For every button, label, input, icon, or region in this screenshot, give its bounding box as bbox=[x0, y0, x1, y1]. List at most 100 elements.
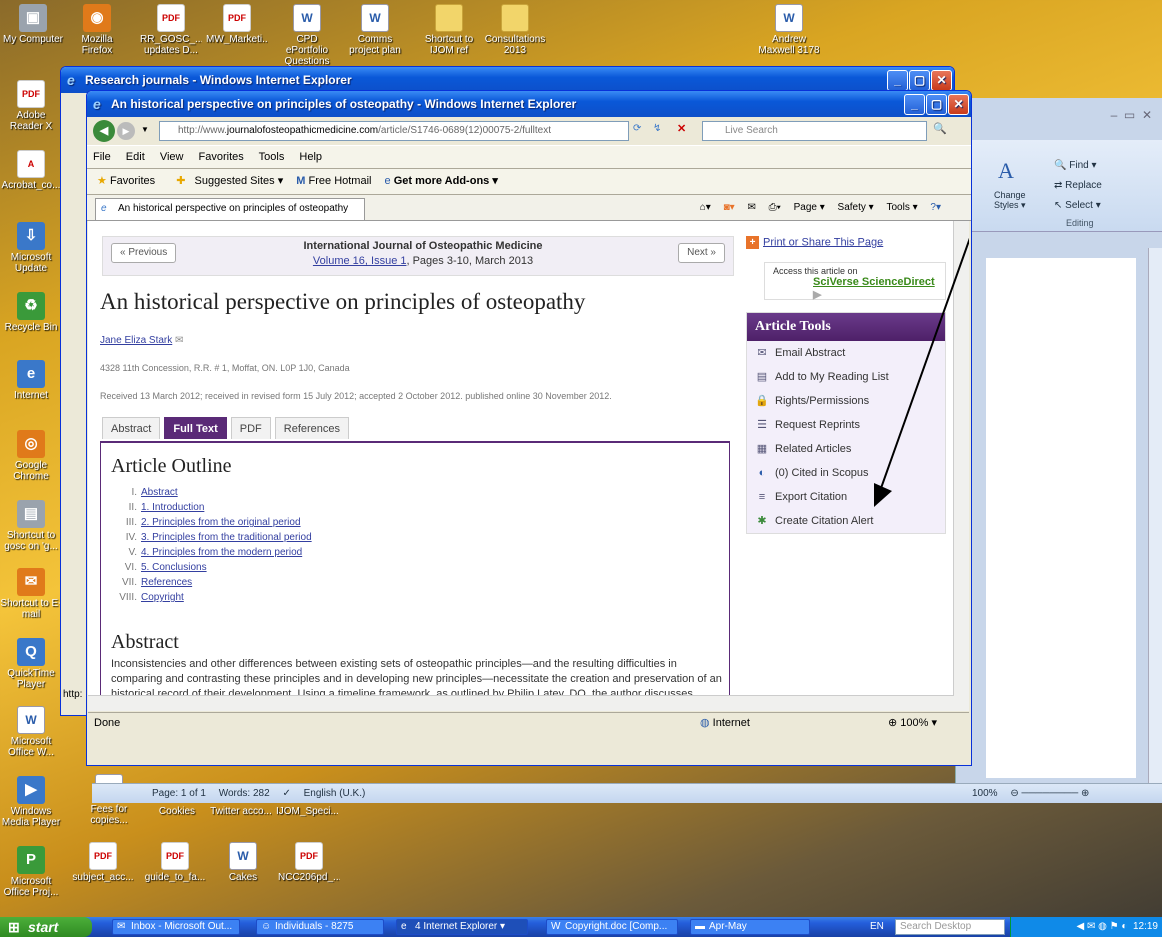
desktop-icon-consultations[interactable]: Consultations 2013 bbox=[484, 4, 546, 56]
email-icon[interactable]: ✉ bbox=[175, 335, 183, 346]
tab-abstract[interactable]: Abstract bbox=[102, 417, 161, 439]
refresh-icon[interactable]: ⟳ bbox=[633, 123, 641, 134]
desktop-icon-recycle[interactable]: ♻ Recycle Bin bbox=[0, 292, 62, 333]
menu-view[interactable]: View bbox=[160, 151, 184, 163]
compat-icon[interactable]: ↯ bbox=[653, 123, 661, 134]
history-dropdown-icon[interactable]: ▼ bbox=[141, 125, 149, 134]
minimize-button[interactable]: _ bbox=[904, 94, 925, 115]
word-page-count[interactable]: Page: 1 of 1 bbox=[152, 788, 206, 799]
desktop-icon-ijom-speci[interactable]: IJOM_Speci... bbox=[276, 806, 338, 817]
feeds-icon[interactable]: ◙▾ bbox=[724, 202, 735, 213]
address-input[interactable]: http://www.journalofosteopathicmedicine.… bbox=[159, 121, 629, 141]
desktop-icon-quicktime[interactable]: Q QuickTime Player bbox=[0, 638, 62, 690]
desktop-icon-cakes[interactable]: W Cakes bbox=[212, 842, 274, 883]
desktop-icon-media-player[interactable]: ▶ Windows Media Player bbox=[0, 776, 62, 828]
find-button[interactable]: 🔍 Find ▾ bbox=[1054, 160, 1097, 171]
maximize-button[interactable]: ▢ bbox=[926, 94, 947, 115]
back-close-button[interactable]: ✕ bbox=[931, 70, 952, 91]
desktop-icon-andrew[interactable]: W Andrew Maxwell 3178 bbox=[758, 4, 820, 56]
desktop-icon-guide[interactable]: PDF guide_to_fa... bbox=[144, 842, 206, 883]
task-copyright-doc[interactable]: W Copyright.doc [Comp... bbox=[546, 919, 678, 935]
outline-link[interactable]: 3. Principles from the traditional perio… bbox=[141, 532, 312, 543]
task-internet-explorer[interactable]: e4 Internet Explorer ▾ bbox=[396, 919, 528, 935]
desktop-icon-my-computer[interactable]: ▣ My Computer bbox=[2, 4, 64, 45]
stop-icon[interactable]: ✕ bbox=[677, 122, 686, 135]
desktop-icon-acrobat[interactable]: A Acrobat_co... bbox=[0, 150, 62, 191]
desktop-icon-adobe-reader[interactable]: PDF Adobe Reader X bbox=[0, 80, 62, 132]
word-zoom[interactable]: 100% ⊖ ──────── ⊕ bbox=[972, 784, 1089, 803]
desktop-icon-chrome[interactable]: ◎ Google Chrome bbox=[0, 430, 62, 482]
replace-button[interactable]: ⇄ Replace bbox=[1054, 180, 1102, 191]
tab-references[interactable]: References bbox=[274, 417, 350, 439]
desktop-icon-rr-gosc[interactable]: PDF RR_GOSC_... updates D... bbox=[140, 4, 202, 56]
horizontal-scrollbar[interactable] bbox=[88, 695, 954, 711]
previous-button[interactable]: « Previous bbox=[111, 243, 177, 263]
back-minimize-button[interactable]: _ bbox=[887, 70, 908, 91]
desktop-icon-ncc206[interactable]: PDF NCC206pd_... bbox=[278, 842, 340, 883]
help-icon[interactable]: ?▾ bbox=[930, 202, 941, 213]
desktop-icon-firefox[interactable]: ◉ Mozilla Firefox bbox=[66, 4, 128, 56]
word-window-controls[interactable]: – ▭ ✕ bbox=[1111, 108, 1152, 122]
get-addons-link[interactable]: Get more Add-ons ▾ bbox=[394, 175, 498, 187]
select-button[interactable]: ↖ Select ▾ bbox=[1054, 200, 1101, 211]
desktop-icon-ms-project[interactable]: P Microsoft Office Proj... bbox=[0, 846, 62, 898]
spellcheck-icon[interactable]: ✓ bbox=[282, 788, 290, 799]
mail-icon[interactable]: ✉ bbox=[747, 202, 755, 213]
word-language[interactable]: English (U.K.) bbox=[304, 788, 366, 799]
desktop-icon-ms-word[interactable]: W Microsoft Office W... bbox=[0, 706, 62, 758]
print-icon[interactable]: ⎙▾ bbox=[769, 202, 781, 213]
desktop-icon-gosc-drive[interactable]: ▤ Shortcut to gosc on 'g... bbox=[0, 500, 62, 552]
menu-favorites[interactable]: Favorites bbox=[199, 151, 244, 163]
desktop-icon-internet[interactable]: e Internet bbox=[0, 360, 62, 401]
menu-help[interactable]: Help bbox=[299, 151, 322, 163]
outline-link[interactable]: 2. Principles from the original period bbox=[141, 517, 301, 528]
outline-link[interactable]: 5. Conclusions bbox=[141, 562, 207, 573]
desktop-icon-email[interactable]: ✉ Shortcut to E-mail bbox=[0, 568, 62, 620]
desktop-icon-subject-acc[interactable]: PDF subject_acc... bbox=[72, 842, 134, 883]
page-menu[interactable]: Page ▾ bbox=[794, 202, 825, 213]
tools-menu[interactable]: Tools ▾ bbox=[886, 202, 917, 213]
desktop-icon-twitter[interactable]: Twitter acco... bbox=[210, 806, 272, 817]
desktop-icon-ms-update[interactable]: ⇩ Microsoft Update bbox=[0, 222, 62, 274]
clock[interactable]: 12:19 bbox=[1133, 921, 1158, 932]
back-maximize-button[interactable]: ▢ bbox=[909, 70, 930, 91]
desktop-icon-cookies[interactable]: Cookies bbox=[146, 806, 208, 817]
desktop-icon-comms[interactable]: W Comms project plan bbox=[344, 4, 406, 56]
forward-button[interactable]: ▶ bbox=[117, 122, 135, 140]
desktop-search-input[interactable]: Search Desktop bbox=[895, 919, 1005, 935]
ie-titlebar[interactable]: e An historical perspective on principle… bbox=[87, 91, 971, 117]
search-icon[interactable]: 🔍 bbox=[933, 122, 947, 135]
start-button[interactable]: ⊞ start bbox=[0, 917, 92, 937]
task-outlook[interactable]: ✉ Inbox - Microsoft Out... bbox=[112, 919, 240, 935]
back-button[interactable]: ◀ bbox=[93, 120, 115, 142]
outline-link[interactable]: References bbox=[141, 577, 192, 588]
suggested-sites-button[interactable]: Suggested Sites ▾ bbox=[195, 175, 284, 187]
task-apr-may[interactable]: ▬ Apr-May bbox=[690, 919, 810, 935]
language-indicator[interactable]: EN bbox=[870, 917, 884, 937]
volume-link[interactable]: Volume 16, Issue 1 bbox=[313, 255, 407, 267]
free-hotmail-link[interactable]: Free Hotmail bbox=[309, 175, 372, 187]
favorites-button[interactable]: Favorites bbox=[110, 175, 155, 187]
outline-link[interactable]: Abstract bbox=[141, 487, 178, 498]
desktop-icon-ijom-ref[interactable]: Shortcut to IJOM ref bbox=[418, 4, 480, 56]
task-individuals[interactable]: ☺ Individuals - 8275 bbox=[256, 919, 384, 935]
author-link[interactable]: Jane Eliza Stark bbox=[100, 335, 172, 346]
safety-menu[interactable]: Safety ▾ bbox=[838, 202, 874, 213]
menu-edit[interactable]: Edit bbox=[126, 151, 145, 163]
zoom-control[interactable]: ⊕ 100% ▾ bbox=[888, 713, 937, 733]
next-button[interactable]: Next » bbox=[678, 243, 725, 263]
word-vertical-scrollbar[interactable] bbox=[1148, 248, 1162, 788]
outline-link[interactable]: 4. Principles from the modern period bbox=[141, 547, 302, 558]
outline-link[interactable]: Copyright bbox=[141, 592, 184, 603]
browser-tab[interactable]: e An historical perspective on principle… bbox=[95, 198, 365, 220]
desktop-icon-mw-marketing[interactable]: PDF MW_Marketi... bbox=[206, 4, 268, 45]
outline-link[interactable]: 1. Introduction bbox=[141, 502, 204, 513]
change-styles-button[interactable]: Change Styles ▾ bbox=[994, 190, 1044, 210]
close-button[interactable]: ✕ bbox=[948, 94, 969, 115]
word-document-page[interactable] bbox=[986, 258, 1136, 778]
desktop-icon-cpd[interactable]: W CPD ePortfolio Questions bbox=[276, 4, 338, 67]
menu-tools[interactable]: Tools bbox=[259, 151, 285, 163]
search-input[interactable]: Live Search bbox=[702, 121, 927, 141]
menu-file[interactable]: File bbox=[93, 151, 111, 163]
tab-pdf[interactable]: PDF bbox=[230, 417, 271, 439]
